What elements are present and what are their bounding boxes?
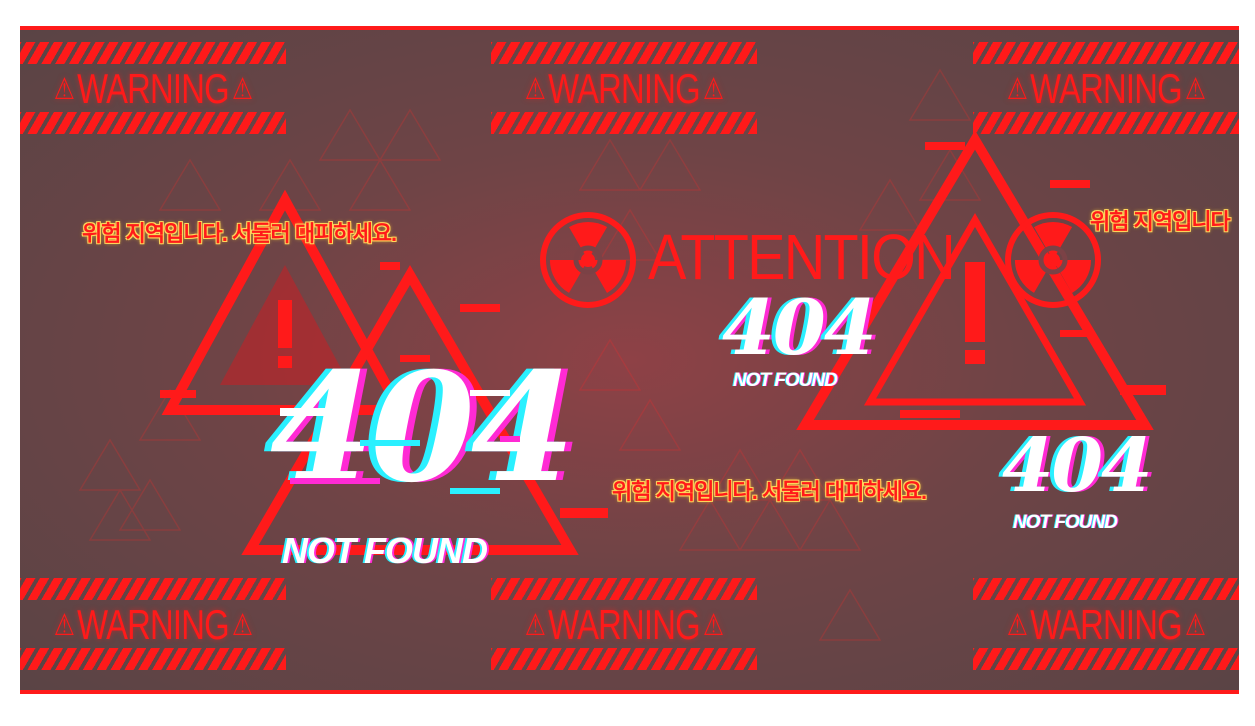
danger-zone-message: 위험 지역입니다. 서둘러 대피하세요. (612, 479, 927, 504)
warning-banner-top-left: ⚠ WARNING ⚠ (20, 42, 286, 134)
error-code-small: 404 (1002, 423, 1152, 509)
not-found-label-medium: NOT FOUND (733, 370, 838, 391)
not-found-label-small: NOT FOUND (1013, 512, 1118, 533)
radiation-icon (1005, 212, 1101, 308)
warning-banner-bottom-center: ⚠ WARNING ⚠ (491, 578, 757, 670)
warning-banner-bottom-right: ⚠ WARNING ⚠ (973, 578, 1239, 670)
warning-label: WARNING (1030, 601, 1182, 648)
warning-triangle-icon: ⚠ (1006, 72, 1028, 106)
warning-triangle-icon: ⚠ (702, 608, 724, 642)
warning-banner-bottom-left: ⚠ WARNING ⚠ (20, 578, 286, 670)
warning-label: WARNING (548, 65, 700, 112)
warning-triangle-icon: ⚠ (231, 72, 253, 106)
radiation-icon (540, 212, 636, 308)
warning-triangle-icon: ⚠ (53, 72, 75, 106)
warning-banner-top-center: ⚠ WARNING ⚠ (491, 42, 757, 134)
danger-zone-message: 위험 지역입니다. 서둘러 대피하세요. (82, 221, 397, 246)
not-found-label-large: NOT FOUND (282, 530, 488, 571)
warning-triangle-icon: ⚠ (1006, 608, 1028, 642)
warning-label: WARNING (1030, 65, 1182, 112)
warning-triangle-icon: ⚠ (702, 72, 724, 106)
warning-triangle-icon: ⚠ (1184, 72, 1206, 106)
warning-triangle-icon: ⚠ (524, 72, 546, 106)
warning-label: WARNING (77, 65, 229, 112)
warning-label: WARNING (77, 601, 229, 648)
glitch-bars (280, 390, 520, 494)
warning-triangle-icon: ⚠ (524, 608, 546, 642)
warning-banner-top-right: ⚠ WARNING ⚠ (973, 42, 1239, 134)
error-code-medium: 404 (722, 283, 877, 372)
error-stage: ⚠ WARNING ⚠ ⚠ WARNING ⚠ ⚠ WARNING ⚠ ⚠ WARNING ⚠ … (20, 26, 1239, 694)
warning-triangle-icon: ⚠ (1184, 608, 1206, 642)
warning-triangle-icon: ⚠ (53, 608, 75, 642)
danger-zone-message-cut: 위험 지역입니다 (1090, 209, 1231, 234)
warning-triangle-icon: ⚠ (231, 608, 253, 642)
warning-label: WARNING (548, 601, 700, 648)
